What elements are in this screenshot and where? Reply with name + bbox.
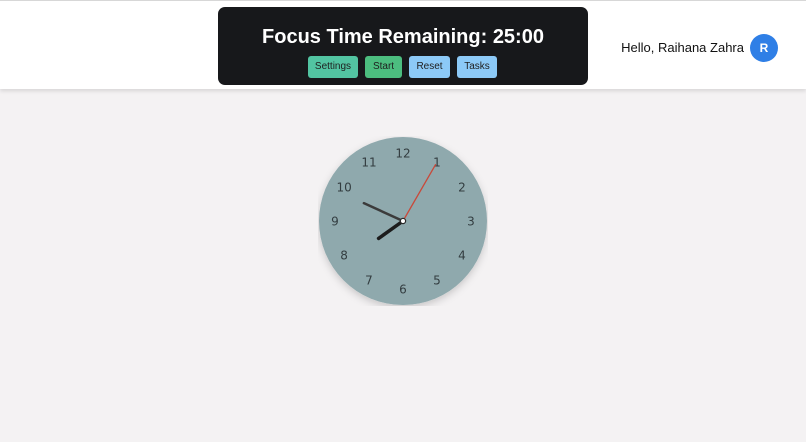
clock-number-10: 10 [336,181,351,195]
clock-number-9: 9 [331,215,339,229]
clock-number-5: 5 [433,273,441,287]
clock-number-12: 12 [395,147,410,161]
clock-center-pin [399,217,407,225]
clock-number-2: 2 [458,181,466,195]
start-button[interactable]: Start [365,56,402,78]
clock-number-4: 4 [458,249,466,263]
clock-face-svg: 121234567891011 [319,137,487,305]
user-greeting: Hello, Raihana Zahra [621,40,744,55]
clock-number-3: 3 [467,215,475,229]
clock-number-6: 6 [399,283,407,297]
tasks-button[interactable]: Tasks [457,56,497,78]
avatar[interactable]: R [750,34,778,62]
reset-button[interactable]: Reset [409,56,450,78]
settings-button[interactable]: Settings [308,56,358,78]
timer-panel: Focus Time Remaining: 25:00 Settings Sta… [218,7,588,85]
timer-title: Focus Time Remaining: 25:00 [262,26,544,48]
clock-number-11: 11 [361,156,376,170]
clock-number-8: 8 [340,249,348,263]
analog-clock: 12 1 2 3 4 5 6 7 8 9 10 11 [318,136,488,306]
clock-number-7: 7 [365,273,373,287]
app-header: Focus Time Remaining: 25:00 Settings Sta… [0,0,806,89]
